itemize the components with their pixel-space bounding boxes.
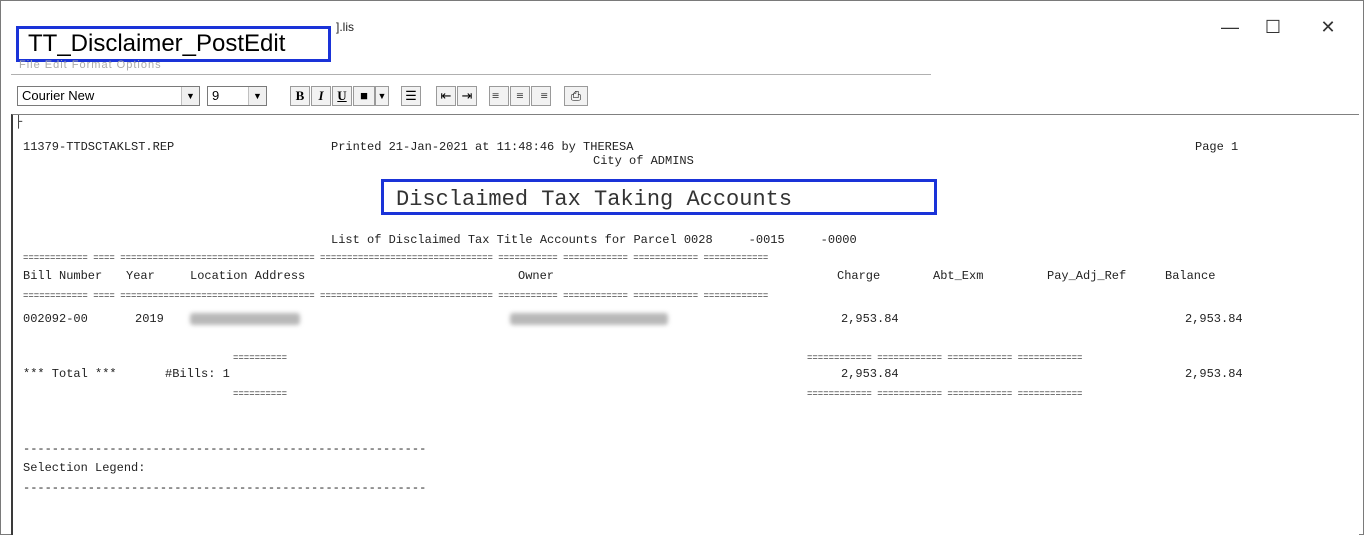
report-heading: Disclaimed Tax Taking Accounts [396,187,793,212]
bullets-button[interactable]: ☰ [401,86,421,106]
column-charge: Charge [837,269,881,283]
report-content-area[interactable]: ├ 11379-TTDSCTAKLST.REP Printed 21-Jan-2… [11,114,1359,535]
row-balance: 2,953.84 [1185,312,1243,326]
report-viewer-window: ].lis TT_Disclaimer_PostEdit File Edit F… [0,0,1364,535]
total-bills: #Bills: 1 [165,367,230,381]
close-button[interactable]: ✕ [1313,16,1343,38]
total-charge: 2,953.84 [841,367,899,381]
indent-button[interactable]: ⇥ [457,86,477,106]
text-color-dropdown[interactable]: ▼ [375,86,389,106]
title-annotation-box: TT_Disclaimer_PostEdit [16,26,331,62]
bold-button[interactable]: B [290,86,310,106]
column-pay-adj-ref: Pay_Adj_Ref [1047,269,1127,283]
chevron-down-icon[interactable]: ▼ [248,87,266,105]
chevron-down-icon[interactable]: ▼ [181,87,199,105]
column-owner: Owner [518,269,555,283]
print-button[interactable]: ⎙ [564,86,588,106]
align-right-button[interactable]: ≡ [531,86,551,106]
toolbar-separator [11,74,931,75]
page-number: Page 1 [1195,140,1239,154]
minimize-button[interactable]: — [1215,16,1245,38]
column-abt-exm: Abt_Exm [933,269,984,283]
column-year: Year [126,269,155,283]
legend-dash-bottom: ----------------------------------------… [23,481,427,495]
font-name-value: Courier New [22,88,95,103]
total-short-rule-bottom: ========== [233,389,288,399]
row-bill-number: 002092-00 [23,312,88,326]
city-name: City of ADMINS [593,154,694,168]
format-toolbar: Courier New ▼ 9 ▼ B I U ■ ▼ ☰ ⇤ ⇥ ≡ ≡ ≡ … [11,81,711,111]
redacted-location [190,313,300,325]
report-id: 11379-TTDSCTAKLST.REP [23,140,175,154]
font-size-value: 9 [212,88,220,103]
row-charge: 2,953.84 [841,312,899,326]
printed-line: Printed 21-Jan-2021 at 11:48:46 by THERE… [331,140,634,154]
align-center-button[interactable]: ≡ [510,86,530,106]
heading-annotation-box: Disclaimed Tax Taking Accounts [381,179,937,215]
column-location-address: Location Address [190,269,306,283]
font-name-select[interactable]: Courier New ▼ [17,86,200,106]
report-subtitle: List of Disclaimed Tax Title Accounts fo… [331,233,857,247]
column-bill-number: Bill Number [23,269,103,283]
font-size-select[interactable]: 9 ▼ [207,86,267,106]
maximize-button[interactable]: ☐ [1258,16,1288,38]
header-rule-top: ============ ==== ======================… [23,253,769,263]
total-long-rule-top: ============ ============ ============ =… [807,353,1083,363]
outdent-button[interactable]: ⇤ [436,86,456,106]
column-balance: Balance [1165,269,1216,283]
window-title: ].lis [336,20,354,34]
legend-dash-top: ----------------------------------------… [23,442,427,456]
selection-legend: Selection Legend: [23,461,146,475]
text-color-button[interactable]: ■ [353,86,375,106]
italic-button[interactable]: I [311,86,331,106]
text-cursor: ├ [15,115,23,129]
row-year: 2019 [135,312,164,326]
total-balance: 2,953.84 [1185,367,1243,381]
total-long-rule-bottom: ============ ============ ============ =… [807,389,1083,399]
total-short-rule-top: ========== [233,353,288,363]
menu-bar[interactable]: File Edit Format Options [19,59,162,71]
title-bar: ].lis TT_Disclaimer_PostEdit File Edit F… [1,1,1363,71]
total-label: *** Total *** [23,367,117,381]
redacted-owner [510,313,668,325]
align-left-button[interactable]: ≡ [489,86,509,106]
underline-button[interactable]: U [332,86,352,106]
header-rule-bottom: ============ ==== ======================… [23,291,769,301]
